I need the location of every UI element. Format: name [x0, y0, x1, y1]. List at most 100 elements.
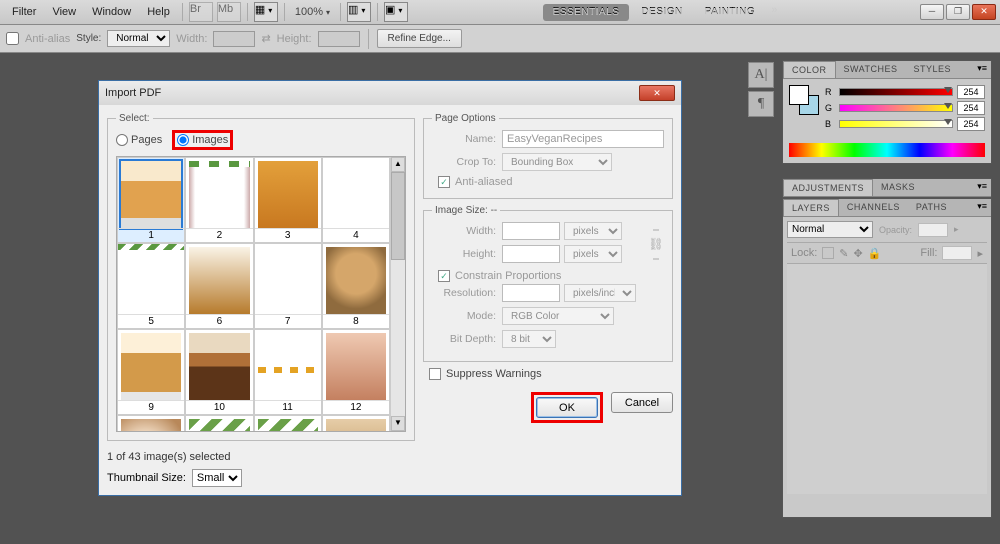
lock-all-icon[interactable]: 🔒 [868, 247, 882, 260]
thumb-9[interactable]: 9 [117, 329, 185, 415]
tool-br-icon[interactable]: Br [189, 2, 213, 22]
radio-pages[interactable]: Pages [116, 134, 162, 146]
page-options-fieldset: Page Options Name: Crop To: Bounding Box… [423, 113, 673, 199]
scroll-down-icon[interactable]: ▼ [391, 416, 405, 431]
dialog-title: Import PDF [105, 87, 161, 99]
thumb-6[interactable]: 6 [185, 243, 253, 329]
thumb-extra[interactable] [185, 415, 253, 431]
menu-view[interactable]: View [44, 0, 84, 24]
mode-select: RGB Color [502, 307, 614, 325]
is-height-input [502, 245, 560, 263]
g-slider[interactable] [839, 104, 953, 112]
suppress-checkbox[interactable] [429, 368, 441, 380]
window-close-button[interactable]: ✕ [972, 4, 996, 20]
resolution-input [502, 284, 560, 302]
cancel-button[interactable]: Cancel [611, 392, 673, 413]
tab-styles[interactable]: STYLES [906, 61, 960, 78]
ok-button[interactable]: OK [536, 397, 598, 418]
tab-channels[interactable]: CHANNELS [839, 199, 908, 216]
color-panel: COLOR SWATCHES STYLES ▾≡ R 254 G 254 B 2… [782, 60, 992, 164]
r-slider[interactable] [839, 88, 953, 96]
is-width-unit: pixels [564, 222, 622, 240]
style-select[interactable]: Normal [107, 30, 170, 47]
radio-images[interactable]: Images [177, 134, 228, 146]
is-height-label: Height: [432, 248, 496, 260]
constrain-checkbox: ✓ [438, 270, 450, 282]
thumb-10[interactable]: 10 [185, 329, 253, 415]
antialias-label: Anti-alias [25, 33, 70, 45]
collapsed-panel-strip: A| ¶ [748, 62, 778, 120]
refine-edge-button[interactable]: Refine Edge... [377, 29, 462, 48]
thumb-4[interactable]: 4 [322, 157, 390, 243]
panel-menu-icon[interactable]: ▾≡ [973, 199, 991, 216]
thumb-7[interactable]: 7 [254, 243, 322, 329]
panel-menu-icon[interactable]: ▾≡ [973, 179, 991, 196]
bitdepth-label: Bit Depth: [432, 333, 496, 345]
b-slider[interactable] [839, 120, 953, 128]
paragraph-panel-icon[interactable]: ¶ [748, 91, 774, 117]
tab-adjustments[interactable]: ADJUSTMENTS [783, 179, 873, 196]
highlight-images: Images [172, 130, 233, 150]
height-input [318, 31, 360, 47]
arrange-icon[interactable]: ▥ [347, 2, 371, 22]
antialias-checkbox[interactable] [6, 32, 19, 45]
resolution-label: Resolution: [432, 287, 496, 299]
thumb-8[interactable]: 8 [322, 243, 390, 329]
screen-mode-icon[interactable]: ▦ [254, 2, 278, 22]
character-panel-icon[interactable]: A| [748, 62, 774, 88]
suppress-label: Suppress Warnings [446, 368, 542, 380]
menu-help[interactable]: Help [139, 0, 178, 24]
tool-mb-icon[interactable]: Mb [217, 2, 241, 22]
panel-menu-icon[interactable]: ▾≡ [973, 61, 991, 78]
separator [340, 3, 341, 21]
tab-masks[interactable]: MASKS [873, 179, 923, 196]
thumb-size-select[interactable]: Small [192, 469, 242, 487]
tab-color[interactable]: COLOR [783, 61, 836, 78]
dialog-titlebar[interactable]: Import PDF ✕ [99, 81, 681, 105]
thumb-extra[interactable] [322, 415, 390, 431]
fg-color-swatch[interactable] [789, 85, 809, 105]
window-maximize-button[interactable]: ❐ [946, 4, 970, 20]
selection-status: 1 of 43 image(s) selected [107, 447, 415, 469]
tab-paths[interactable]: PATHS [908, 199, 955, 216]
thumb-2[interactable]: 2 [185, 157, 253, 243]
width-label: Width: [176, 33, 207, 45]
blend-mode-select[interactable]: Normal [787, 221, 873, 238]
thumb-1[interactable]: 1 [117, 157, 185, 243]
workspace-essentials[interactable]: ESSENTIALS [543, 4, 630, 21]
workspace-design[interactable]: DESIGN [631, 4, 692, 21]
b-label: B [825, 119, 835, 129]
b-value[interactable]: 254 [957, 117, 985, 131]
thumb-extra[interactable] [117, 415, 185, 431]
thumb-5[interactable]: 5 [117, 243, 185, 329]
menu-filter[interactable]: Filter [4, 0, 44, 24]
separator [182, 3, 183, 21]
fg-bg-swatch[interactable] [789, 85, 819, 115]
zoom-level[interactable]: 100% [295, 6, 330, 18]
antialiased-label: Anti-aliased [455, 176, 512, 188]
thumb-3[interactable]: 3 [254, 157, 322, 243]
extras-icon[interactable]: ▣ [384, 2, 408, 22]
thumb-scrollbar[interactable]: ▲ ▼ [390, 157, 405, 431]
r-value[interactable]: 254 [957, 85, 985, 99]
thumb-12[interactable]: 12 [322, 329, 390, 415]
color-spectrum[interactable] [789, 143, 985, 157]
workspace-more-icon[interactable]: » [767, 4, 781, 21]
thumb-11[interactable]: 11 [254, 329, 322, 415]
lock-transparency-icon[interactable] [822, 247, 834, 259]
lock-move-icon[interactable]: ✥ [854, 247, 863, 260]
g-value[interactable]: 254 [957, 101, 985, 115]
lock-label: Lock: [791, 247, 817, 259]
window-minimize-button[interactable]: ─ [920, 4, 944, 20]
lock-brush-icon[interactable]: ✎ [839, 247, 848, 260]
menu-window[interactable]: Window [84, 0, 139, 24]
thumb-extra[interactable] [254, 415, 322, 431]
style-label: Style: [76, 33, 101, 44]
is-width-label: Width: [432, 225, 496, 237]
tab-swatches[interactable]: SWATCHES [836, 61, 906, 78]
scroll-thumb[interactable] [391, 172, 405, 260]
dialog-close-button[interactable]: ✕ [639, 85, 675, 101]
tab-layers[interactable]: LAYERS [783, 199, 839, 216]
scroll-up-icon[interactable]: ▲ [391, 157, 405, 172]
workspace-painting[interactable]: PAINTING [695, 4, 765, 21]
